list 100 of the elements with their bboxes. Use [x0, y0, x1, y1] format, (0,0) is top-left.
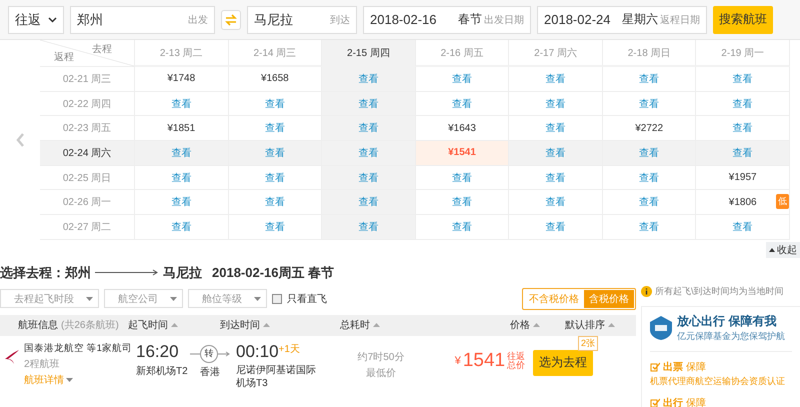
duration-header[interactable]: 总耗时: [340, 318, 370, 332]
fare-grid-cell[interactable]: 查看: [696, 215, 790, 240]
fare-grid-cell[interactable]: 查看: [135, 215, 229, 240]
view-link[interactable]: 查看: [732, 220, 753, 234]
fare-grid-cell[interactable]: 查看: [322, 190, 416, 216]
fare-grid-cell[interactable]: 查看: [602, 215, 696, 240]
select-outbound-button[interactable]: 选为去程: [533, 350, 593, 376]
fare-grid-cell[interactable]: 查看: [228, 116, 322, 142]
fare-price[interactable]: ¥1748: [167, 73, 196, 84]
fare-grid-cell[interactable]: 查看: [509, 215, 603, 240]
fare-grid-cell[interactable]: 查看: [509, 166, 603, 190]
fare-grid-cell[interactable]: 查看: [228, 92, 322, 116]
fare-grid-cell[interactable]: 查看: [322, 92, 416, 116]
return-date-field[interactable]: 2018-02-24 星期六 返程日期: [537, 6, 707, 34]
fare-grid-cell[interactable]: 查看: [416, 166, 510, 190]
sort-icon[interactable]: [533, 323, 540, 328]
date-column-header[interactable]: 2-14 周三: [228, 40, 322, 67]
view-link[interactable]: 查看: [546, 121, 566, 136]
date-row-header[interactable]: 02-22 周四: [40, 92, 135, 116]
fare-grid-cell[interactable]: 查看: [602, 67, 696, 92]
trip-type-select[interactable]: 往返: [8, 6, 64, 34]
view-link[interactable]: 查看: [546, 220, 566, 234]
sort-icon[interactable]: [171, 323, 178, 328]
view-link[interactable]: 查看: [546, 72, 566, 86]
date-column-header[interactable]: 2-16 周五: [416, 40, 510, 67]
view-link[interactable]: 查看: [639, 146, 660, 160]
fare-price[interactable]: ¥1806: [728, 196, 757, 208]
fare-grid-cell[interactable]: ¥1643: [416, 116, 510, 142]
fare-grid-cell[interactable]: ¥1851: [135, 116, 229, 142]
fare-grid-cell[interactable]: 查看: [322, 116, 416, 142]
view-link[interactable]: 查看: [264, 121, 285, 136]
flight-details-link[interactable]: 航班详情: [24, 372, 73, 387]
sort-icon[interactable]: [373, 323, 380, 328]
fare-grid-cell[interactable]: 查看: [135, 92, 229, 116]
sort-icon[interactable]: [608, 323, 615, 328]
fare-grid-cell[interactable]: 查看: [416, 215, 510, 240]
view-link[interactable]: 查看: [732, 121, 753, 136]
sort-icon[interactable]: [263, 323, 270, 328]
filter-dropdown[interactable]: 去程起飞时段: [0, 289, 99, 308]
swap-icon[interactable]: [221, 10, 241, 30]
to-field[interactable]: 马尼拉 到达: [247, 6, 357, 34]
fare-grid-cell[interactable]: 查看: [416, 92, 510, 116]
fare-grid-cell[interactable]: 查看: [602, 166, 696, 190]
view-link[interactable]: 查看: [639, 195, 660, 210]
fare-grid-cell[interactable]: 查看: [602, 141, 696, 166]
view-link[interactable]: 查看: [639, 170, 660, 185]
filter-dropdown[interactable]: 舱位等级: [188, 289, 267, 308]
date-row-header[interactable]: 02-23 周五: [40, 116, 135, 142]
view-link[interactable]: 查看: [546, 170, 566, 185]
fare-grid-cell[interactable]: 查看: [509, 141, 603, 166]
fare-grid-cell[interactable]: 查看: [322, 215, 416, 240]
collapse-button[interactable]: 收起: [766, 242, 800, 258]
view-link[interactable]: 查看: [264, 220, 285, 234]
date-column-header[interactable]: 2-17 周六: [509, 40, 603, 67]
filter-dropdown[interactable]: 航空公司: [104, 289, 183, 308]
fare-price[interactable]: ¥2722: [635, 122, 664, 134]
fare-price[interactable]: ¥1658: [260, 73, 289, 84]
fare-grid-cell[interactable]: 查看: [228, 166, 322, 190]
fare-price[interactable]: ¥1851: [167, 122, 196, 134]
date-row-header[interactable]: 02-25 周日: [40, 166, 135, 190]
view-link[interactable]: 查看: [639, 96, 660, 111]
direct-only-checkbox[interactable]: [272, 294, 282, 304]
fare-grid-cell[interactable]: 查看: [509, 190, 603, 216]
fare-grid-cell[interactable]: 查看: [696, 141, 790, 166]
view-link[interactable]: 查看: [358, 170, 378, 185]
fare-grid-cell[interactable]: ¥2722: [602, 116, 696, 142]
view-link[interactable]: 查看: [452, 72, 472, 86]
view-link[interactable]: 查看: [358, 146, 378, 160]
tax-price-tab[interactable]: 含税价格: [584, 290, 634, 308]
view-link[interactable]: 查看: [452, 220, 472, 234]
view-link[interactable]: 查看: [264, 96, 285, 111]
depart-date-field[interactable]: 2018-02-16 春节 出发日期: [363, 6, 531, 34]
date-row-header[interactable]: 02-26 周一: [40, 190, 135, 216]
fare-price[interactable]: ¥1957: [728, 172, 757, 184]
view-link[interactable]: 查看: [171, 96, 192, 111]
view-link[interactable]: 查看: [639, 220, 660, 234]
depart-time-header[interactable]: 起飞时间: [128, 318, 168, 332]
fare-grid-cell[interactable]: 查看: [135, 166, 229, 190]
fare-grid-cell[interactable]: 查看: [228, 141, 322, 166]
date-column-header[interactable]: 2-18 周日: [602, 40, 696, 67]
view-link[interactable]: 查看: [546, 96, 566, 111]
fare-grid-cell[interactable]: ¥1748: [135, 67, 229, 92]
fare-price[interactable]: ¥1643: [448, 122, 476, 134]
view-link[interactable]: 查看: [358, 195, 378, 210]
fare-grid-cell[interactable]: 查看: [228, 190, 322, 216]
view-link[interactable]: 查看: [732, 72, 753, 86]
view-link[interactable]: 查看: [452, 195, 472, 210]
sort-header[interactable]: 默认排序: [565, 318, 605, 332]
fare-grid-cell[interactable]: ¥1541: [416, 141, 510, 166]
from-field[interactable]: 郑州 出发: [70, 6, 215, 34]
search-button[interactable]: 搜索航班: [713, 6, 773, 34]
fare-grid-cell[interactable]: 查看: [696, 116, 790, 142]
fare-grid-cell[interactable]: 查看: [135, 141, 229, 166]
fare-grid-cell[interactable]: ¥1658: [228, 67, 322, 92]
view-link[interactable]: 查看: [639, 72, 660, 86]
fare-grid-cell[interactable]: 查看: [135, 190, 229, 216]
date-column-header[interactable]: 2-13 周二: [135, 40, 229, 67]
fare-grid-cell[interactable]: 查看: [322, 166, 416, 190]
date-row-header[interactable]: 02-24 周六: [40, 141, 135, 166]
fare-grid-cell[interactable]: 查看: [322, 67, 416, 92]
